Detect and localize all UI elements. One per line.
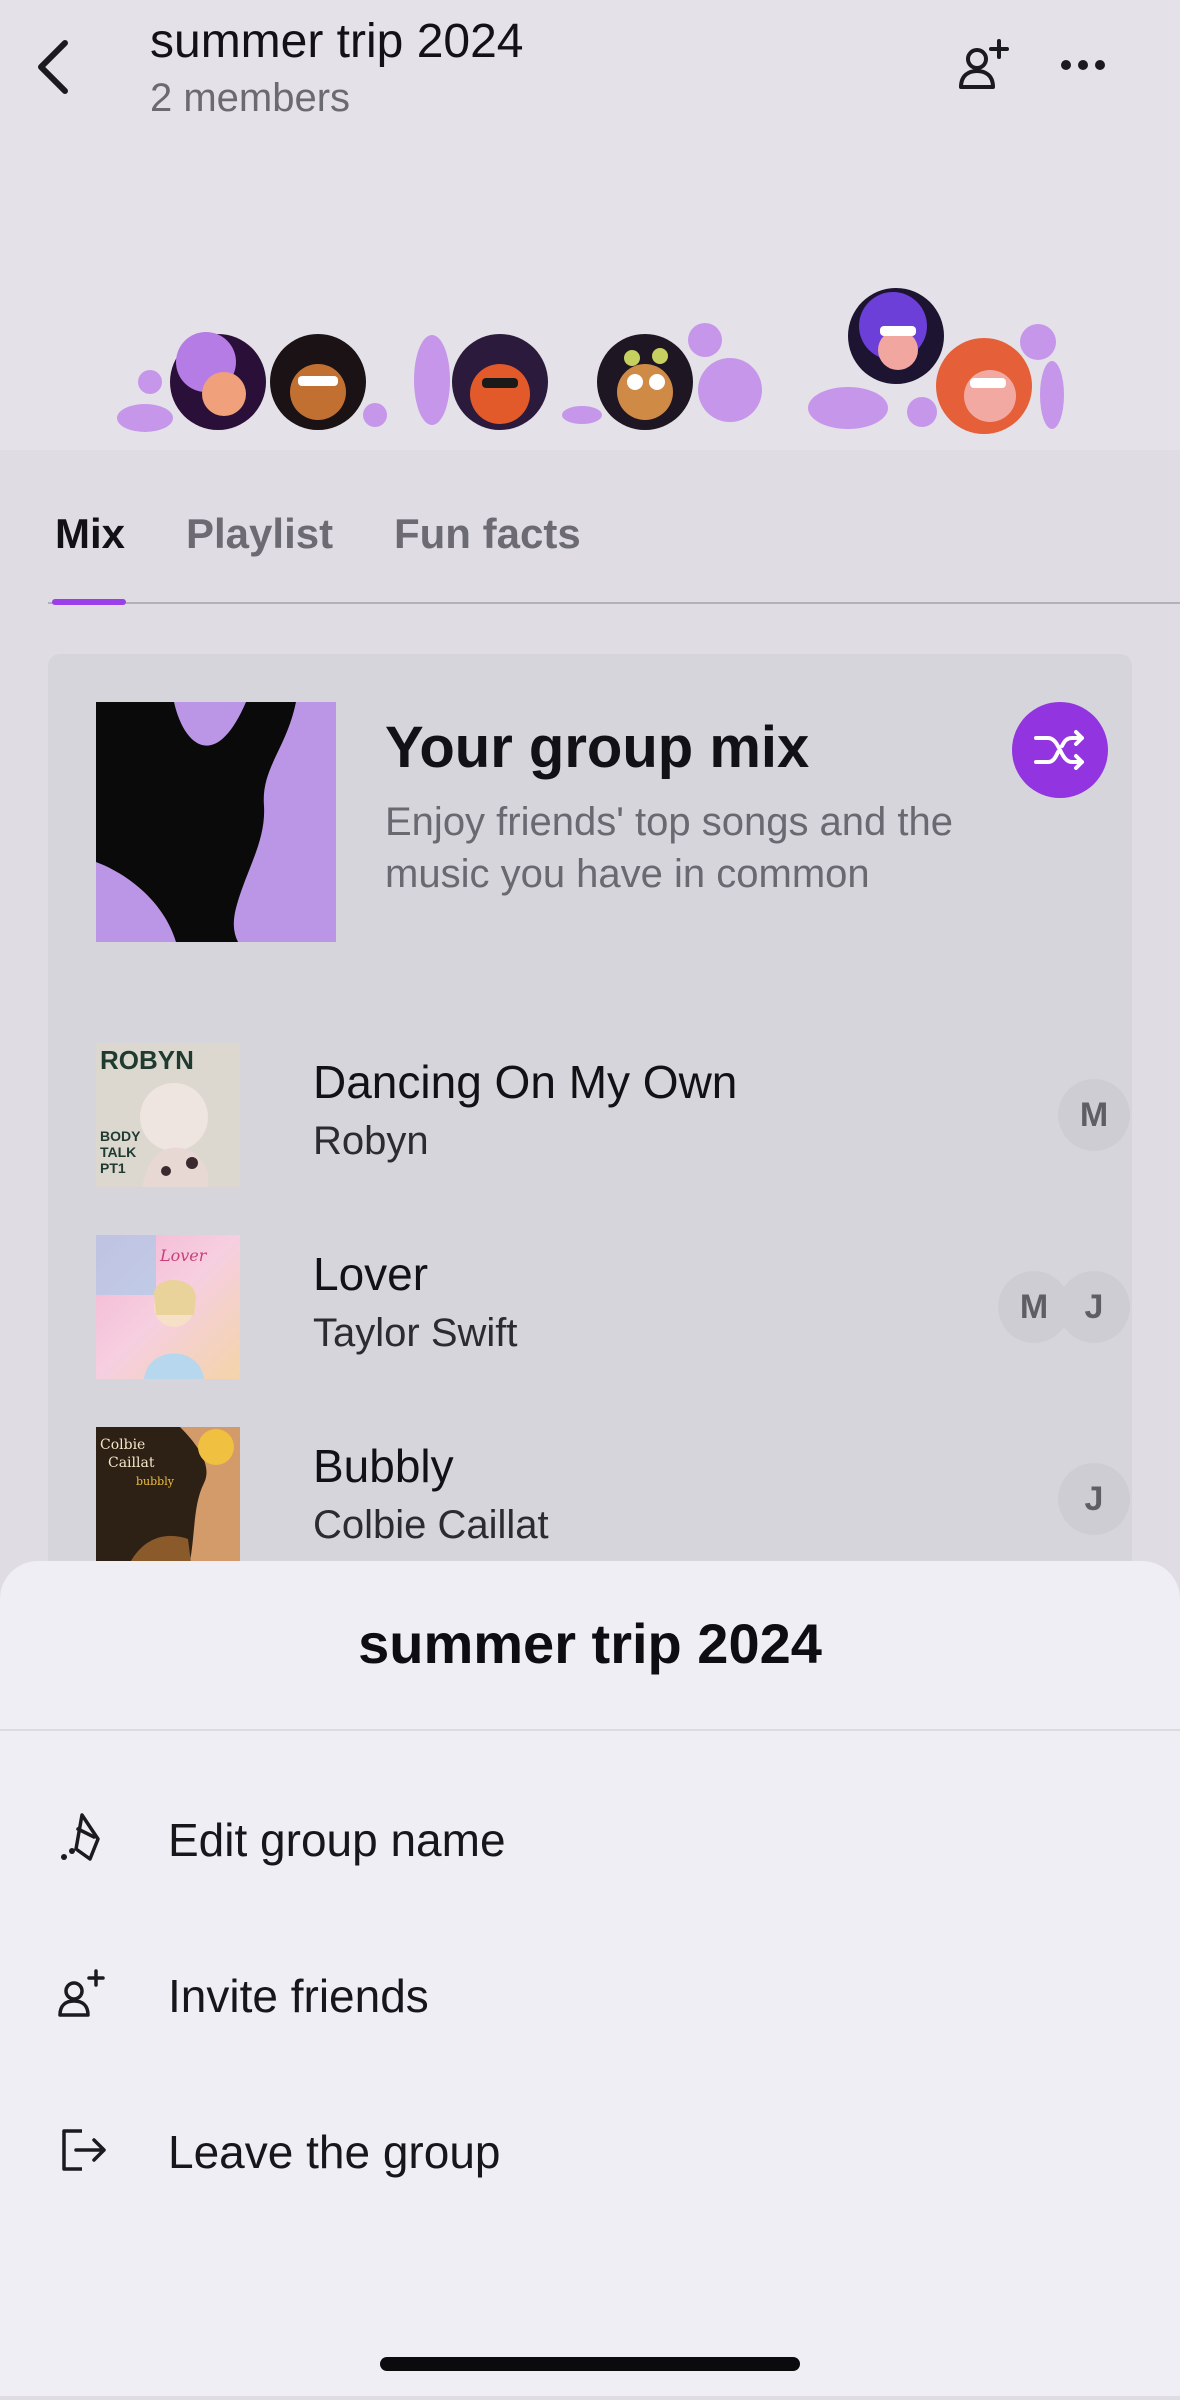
tab-fun-facts[interactable]: Fun facts [394, 510, 581, 558]
member-chip: J [1058, 1463, 1130, 1535]
group-mix-title: Your group mix [385, 715, 810, 780]
add-member-button[interactable] [950, 30, 1020, 100]
avatar-5 [848, 288, 944, 384]
tabs-divider [48, 602, 1180, 604]
more-options-button[interactable] [1048, 30, 1118, 100]
group-mix-description: Enjoy friends' top songs and the music y… [385, 800, 954, 896]
sheet-title: summer trip 2024 [358, 1612, 822, 1675]
tab-mix[interactable]: Mix [55, 510, 125, 558]
back-button[interactable] [18, 32, 88, 102]
member-chip: M [1058, 1079, 1130, 1151]
track-row[interactable]: Colbie Caillat bubbly Bubbly Colbie Cail… [96, 1427, 1130, 1571]
track-title: Dancing On My Own [313, 1056, 738, 1108]
svg-text:Colbie: Colbie [100, 1437, 145, 1453]
group-screen: summer trip 2024 2 members Mix Playlist … [0, 0, 1180, 2400]
svg-text:Caillat: Caillat [108, 1455, 155, 1471]
member-chip: J [1058, 1271, 1130, 1343]
edit-group-name-option[interactable]: Edit group name [0, 1777, 1180, 1897]
svg-text:BODY: BODY [100, 1128, 141, 1144]
avatar-3 [452, 334, 548, 430]
avatar-4 [597, 334, 693, 430]
member-avatars-illustration [117, 288, 1064, 434]
group-mix-artwork [96, 702, 336, 942]
avatar-2 [270, 334, 366, 430]
exit-icon [62, 2129, 106, 2171]
track-artist: Taylor Swift [313, 1311, 518, 1355]
member-count: 2 members [150, 76, 351, 120]
option-label: Leave the group [168, 2126, 501, 2178]
album-art-text: bubbly [136, 1475, 175, 1488]
person-add-icon [959, 39, 1009, 89]
option-label: Edit group name [168, 1814, 506, 1866]
more-horizontal-icon [1061, 60, 1105, 70]
header-title-block: summer trip 2024 2 members [150, 14, 523, 126]
leave-group-option[interactable]: Leave the group [0, 2089, 1180, 2209]
svg-text:TALK: TALK [100, 1144, 136, 1160]
tab-bar: Mix Playlist Fun facts [0, 450, 1180, 606]
tab-playlist[interactable]: Playlist [186, 510, 333, 558]
group-header: summer trip 2024 2 members [0, 0, 1180, 450]
album-art-text: ROBYN [100, 1045, 194, 1075]
group-title: summer trip 2024 [150, 15, 524, 68]
option-label: Invite friends [168, 1970, 429, 2022]
track-title: Lover [313, 1248, 429, 1300]
album-art-text: Lover [159, 1246, 208, 1265]
invite-friends-option[interactable]: Invite friends [0, 1933, 1180, 2053]
avatar-1 [170, 332, 266, 430]
track-artist: Colbie Caillat [313, 1503, 549, 1547]
chevron-left-icon [38, 40, 68, 94]
group-options-sheet: summer trip 2024 Edit group name Invite … [0, 1561, 1180, 2396]
track-album-art: Colbie Caillat bubbly [96, 1427, 240, 1571]
svg-text:PT1: PT1 [100, 1160, 126, 1176]
avatar-6 [936, 338, 1032, 434]
track-row[interactable]: Lover Lover Taylor Swift M J [96, 1235, 1130, 1379]
active-tab-indicator [52, 599, 126, 605]
home-indicator [380, 2357, 800, 2371]
track-row[interactable]: ROBYN BODY TALK PT1 Dancing On My Own Ro… [96, 1043, 1130, 1187]
track-album-art: ROBYN BODY TALK PT1 [96, 1043, 240, 1187]
person-add-icon [58, 1969, 105, 2017]
sheet-divider [0, 1729, 1180, 1731]
track-title: Bubbly [313, 1440, 454, 1492]
track-artist: Robyn [313, 1119, 429, 1163]
shuffle-icon [1034, 730, 1084, 770]
shuffle-play-button[interactable] [1012, 702, 1108, 798]
pencil-icon [61, 1813, 100, 1861]
track-album-art: Lover [96, 1235, 240, 1379]
